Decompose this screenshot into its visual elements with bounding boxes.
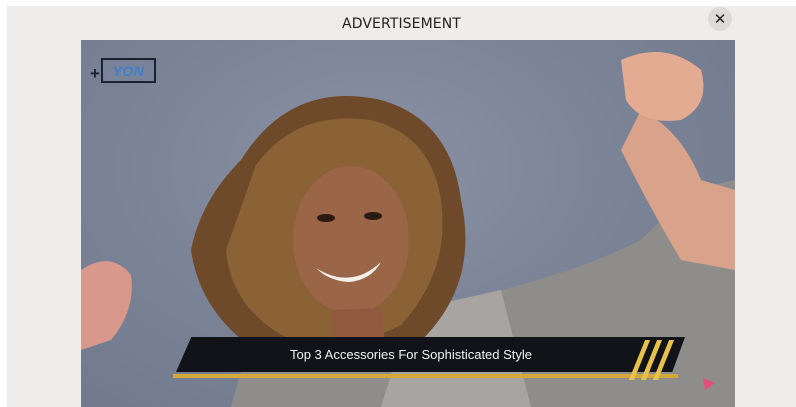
brand-logo-plus: +: [90, 64, 100, 83]
close-ad-button[interactable]: ✕: [708, 7, 732, 31]
ad-video[interactable]: + YON Top 3 Accessories For Sophisticate…: [81, 40, 735, 407]
caption-underline: [173, 374, 678, 378]
ad-label: ADVERTISEMENT: [342, 16, 461, 32]
close-icon: ✕: [713, 10, 727, 28]
caption-text: Top 3 Accessories For Sophisticated Styl…: [289, 347, 533, 362]
play-marker-icon: [703, 378, 715, 390]
ad-container: ADVERTISEMENT ✕ + YON Top 3 Accessories …: [7, 6, 796, 407]
brand-logo-text: YON: [112, 62, 145, 79]
brand-logo: YON: [101, 58, 156, 83]
